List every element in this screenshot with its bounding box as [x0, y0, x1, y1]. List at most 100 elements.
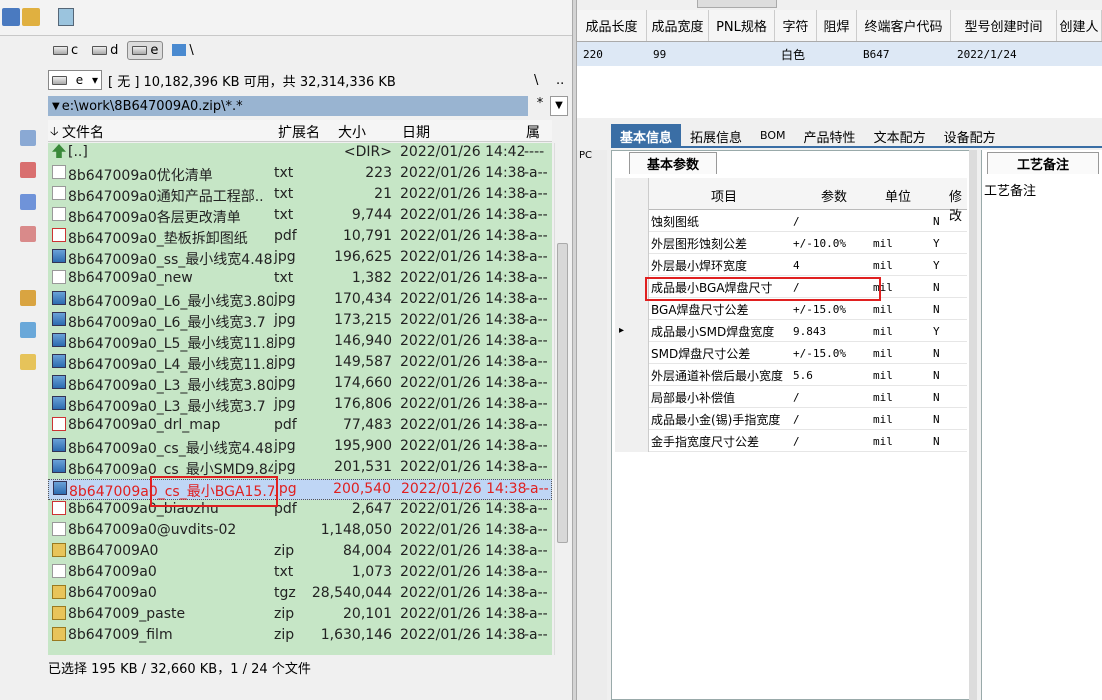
- col-param[interactable]: 参数: [821, 186, 847, 205]
- drive-icon: [53, 45, 68, 55]
- file-row[interactable]: 8b647009a0_biaozhu pdf 2,647 2022/01/26 14:…: [48, 500, 552, 521]
- subtab-process-notes[interactable]: 工艺备注: [987, 152, 1099, 174]
- panel-splitter[interactable]: [969, 150, 977, 700]
- file-row[interactable]: [..] <DIR> 2022/01/26 14:42 ----: [48, 143, 552, 164]
- col-legend[interactable]: 字符: [775, 10, 817, 41]
- param-item: SMD焊盘尺寸公差: [651, 347, 751, 361]
- file-row[interactable]: 8b647009_paste zip 20,101 2022/01/26 14:38-…: [48, 605, 552, 626]
- col-finished-width[interactable]: 成品宽度: [647, 10, 709, 41]
- file-row[interactable]: 8b647009a0_cs_最小线宽4.489 jpg 195,900 2022/01…: [48, 437, 552, 458]
- file-row[interactable]: 8b647009a0_L3_最小线宽3.7 jpg 176,806 2022/01/2…: [48, 395, 552, 416]
- jpg-file-icon: [52, 354, 66, 368]
- view-icon[interactable]: [20, 162, 36, 178]
- network-icon[interactable]: [2, 8, 20, 26]
- parent-dir-button[interactable]: ..: [556, 73, 570, 88]
- file-list-scrollbar[interactable]: [554, 143, 570, 655]
- file-row[interactable]: 8b647009a0_new txt 1,382 2022/01/26 14:38 -a…: [48, 269, 552, 290]
- drive-dropdown[interactable]: e ▾: [48, 70, 102, 90]
- col-create-time[interactable]: 型号创建时间: [951, 10, 1057, 41]
- param-row[interactable]: 成品最小金(锡)手指宽度 / mil N: [615, 408, 967, 430]
- file-row[interactable]: 8b647009a0@uvdits-02 1,148,050 2022/01/26 …: [48, 521, 552, 542]
- file-date: 2022/01/26 14:38: [400, 186, 526, 202]
- col-date[interactable]: 日期: [402, 122, 430, 142]
- txt-file-icon: [52, 207, 66, 221]
- file-row[interactable]: 8b647009a0_L3_最小线宽3.801 jpg 174,660 2022/01…: [48, 374, 552, 395]
- col-creator[interactable]: 创建人: [1057, 10, 1102, 41]
- drive-e-button[interactable]: e: [127, 40, 164, 60]
- scrollbar-thumb[interactable]: [557, 243, 568, 543]
- param-row[interactable]: ▸ 成品最小SMD焊盘宽度 9.843 mil Y: [615, 320, 967, 342]
- file-row[interactable]: 8B647009A0 zip 84,004 2022/01/26 14:38 -a--: [48, 542, 552, 563]
- param-row[interactable]: 金手指宽度尺寸公差 / mil N: [615, 430, 967, 452]
- param-row[interactable]: BGA焊盘尺寸公差 +/-15.0% mil N: [615, 298, 967, 320]
- compare-icon[interactable]: [20, 226, 36, 242]
- file-row[interactable]: 8b647009a0优化清单 txt 223 2022/01/26 14:38 -a--: [48, 164, 552, 185]
- file-size: 176,806: [334, 396, 392, 412]
- product-grid-row[interactable]: 220 99 白色 B647 2022/1/24: [577, 42, 1102, 66]
- col-unit[interactable]: 单位: [885, 186, 911, 205]
- file-row[interactable]: 8b647009a0_L4_最小线宽11.8.. jpg 149,587 2022/0…: [48, 353, 552, 374]
- tab-basic-info[interactable]: 基本信息: [611, 124, 682, 146]
- param-item: 外层最小焊环宽度: [651, 259, 748, 273]
- file-row[interactable]: 8b647009a0各层更改清单 txt 9,744 2022/01/26 14:38…: [48, 206, 552, 227]
- tab-extended-info[interactable]: 拓展信息: [681, 124, 751, 146]
- col-ext[interactable]: 扩展名: [278, 122, 320, 142]
- col-name[interactable]: 文件名: [62, 122, 104, 142]
- param-row[interactable]: 蚀刻图纸 / N: [615, 210, 967, 232]
- file-row[interactable]: 8b647009a0_L6_最小线宽3.7 jpg 173,215 2022/01/2…: [48, 311, 552, 332]
- archive-icon[interactable]: [22, 8, 40, 26]
- col-item[interactable]: 项目: [711, 186, 737, 205]
- col-soldermask[interactable]: 阻焊: [817, 10, 857, 41]
- file-row[interactable]: 8b647009a0_drl_map pdf 77,483 2022/01/26 14…: [48, 416, 552, 437]
- file-size: 1,073: [351, 564, 392, 580]
- file-attr: -a--: [524, 291, 548, 307]
- file-row[interactable]: 8b647009a0_垫板拆卸图纸 pdf 10,791 2022/01/26 14:…: [48, 227, 552, 248]
- file-row[interactable]: 8b647009a0 tgz 28,540,044 2022/01/26 14:38-…: [48, 584, 552, 605]
- new-folder-icon[interactable]: [20, 322, 36, 338]
- copy-icon[interactable]: [20, 194, 36, 210]
- drive-c-button[interactable]: c: [48, 41, 83, 60]
- file-row[interactable]: 8b647009a0通知产品工程部.. txt 21 2022/01/26 14:38…: [48, 185, 552, 206]
- toolbar-button-partial[interactable]: [697, 0, 777, 8]
- folder-icon[interactable]: [20, 354, 36, 370]
- col-customer-code[interactable]: 终端客户代码: [857, 10, 951, 41]
- file-row[interactable]: 8b647009a0_ss_最小线宽4.489 jpg 196,625 2022/01…: [48, 248, 552, 269]
- file-row[interactable]: 8b647009a0_L6_最小线宽3.801 jpg 170,434 2022/01…: [48, 290, 552, 311]
- col-pnl-spec[interactable]: PNL规格: [709, 10, 775, 41]
- file-attr: -a--: [524, 228, 548, 244]
- drive-d-button[interactable]: d: [87, 41, 123, 60]
- drive-icon: [52, 75, 67, 85]
- path-bar[interactable]: ▼ e:\work\8B647009A0.zip\*.*: [48, 96, 528, 116]
- param-row[interactable]: 外层图形蚀刻公差 +/-10.0% mil Y: [615, 232, 967, 254]
- tab-product-features[interactable]: 产品特性: [795, 124, 865, 146]
- file-row[interactable]: 8b647009a0_cs_最小BGA15.7.. jpg 200,540 2022/…: [48, 479, 552, 500]
- search-icon[interactable]: [20, 130, 36, 146]
- cell-create-time: 2022/1/24: [957, 47, 1017, 61]
- file-row[interactable]: 8b647009a0_L5_最小线宽11.8.. jpg 146,940 2022/0…: [48, 332, 552, 353]
- notepad-icon[interactable]: [58, 8, 74, 26]
- filter-button[interactable]: *: [532, 96, 548, 116]
- history-dropdown[interactable]: ▼: [550, 96, 568, 116]
- file-row[interactable]: 8b647009_film zip 1,630,146 2022/01/26 14:3…: [48, 626, 552, 647]
- drive-icon: [132, 45, 148, 55]
- file-size: 1,148,050: [320, 522, 392, 538]
- subtab-basic-params[interactable]: 基本参数: [629, 152, 717, 174]
- param-row[interactable]: SMD焊盘尺寸公差 +/-15.0% mil N: [615, 342, 967, 364]
- network-drive-button[interactable]: \: [167, 41, 198, 60]
- file-size: <DIR>: [343, 144, 392, 160]
- param-row[interactable]: 外层最小焊环宽度 4 mil Y: [615, 254, 967, 276]
- col-size[interactable]: 大小: [338, 122, 366, 142]
- root-button[interactable]: \: [534, 73, 556, 88]
- tab-text-recipe[interactable]: 文本配方: [865, 124, 935, 146]
- param-item: 局部最小补偿值: [651, 391, 736, 405]
- col-finished-length[interactable]: 成品长度: [577, 10, 647, 41]
- pack-icon[interactable]: [20, 290, 36, 306]
- file-row[interactable]: 8b647009a0 txt 1,073 2022/01/26 14:38 -a--: [48, 563, 552, 584]
- tab-equipment-recipe[interactable]: 设备配方: [935, 124, 1005, 146]
- tab-bom[interactable]: BOM: [751, 124, 795, 146]
- file-name: 8B647009A0: [68, 543, 159, 559]
- param-row[interactable]: 外层通道补偿后最小宽度 5.6 mil N: [615, 364, 967, 386]
- file-size: 1,382: [351, 270, 392, 286]
- param-row[interactable]: 局部最小补偿值 / mil N: [615, 386, 967, 408]
- file-row[interactable]: 8b647009a0_cs_最小SMD9.843 jpg 201,531 2022/0…: [48, 458, 552, 479]
